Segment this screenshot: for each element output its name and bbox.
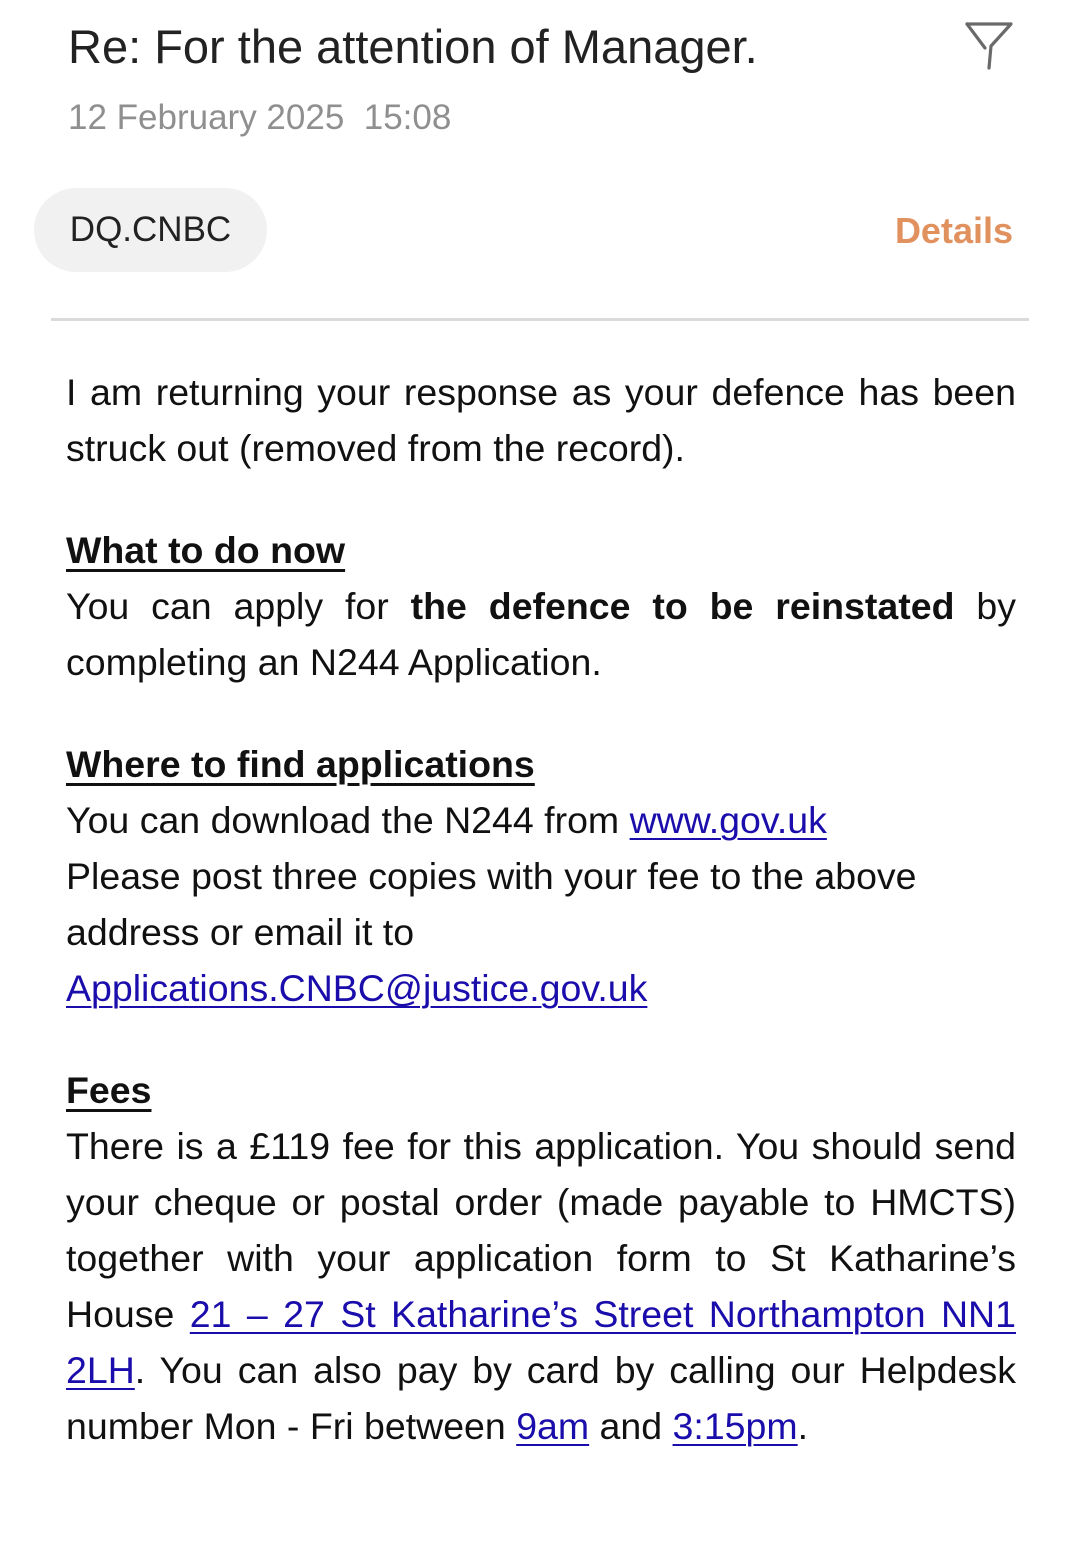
where-line-1: You can download the N244 from www.gov.u… (66, 799, 827, 841)
fees-paragraph: There is a £119 fee for this application… (66, 1125, 1016, 1447)
details-button[interactable]: Details (895, 208, 1013, 254)
fees-heading: Fees (66, 1069, 152, 1111)
what-to-do-heading: What to do now (66, 529, 346, 571)
flag-icon[interactable] (964, 18, 1016, 74)
reinstated-emphasis: the defence to be reinstated (410, 585, 955, 627)
header-divider (51, 318, 1029, 321)
where-line-2: Please post three copies with your fee t… (66, 855, 917, 953)
time-9am-link[interactable]: 9am (516, 1405, 589, 1447)
email-time: 15:08 (363, 98, 452, 137)
email-timestamp: 12 February 2025 15:08 (68, 96, 451, 140)
applications-email-link[interactable]: Applications.CNBC@justice.gov.uk (66, 967, 647, 1009)
sender-name: DQ.CNBC (69, 210, 232, 249)
where-heading: Where to find applications (66, 743, 535, 785)
gov-uk-link[interactable]: www.gov.uk (630, 799, 827, 841)
where-email-line: Applications.CNBC@justice.gov.uk (66, 960, 1016, 1016)
email-body: I am returning your response as your def… (66, 364, 1016, 1454)
what-to-do-paragraph: You can apply for the defence to be rein… (66, 585, 1016, 683)
intro-paragraph: I am returning your response as your def… (66, 371, 1016, 469)
email-date: 12 February 2025 (68, 98, 345, 137)
email-header: Re: For the attention of Manager. (68, 18, 1020, 78)
time-315pm-link[interactable]: 3:15pm (673, 1405, 798, 1447)
sender-chip[interactable]: DQ.CNBC (34, 188, 267, 272)
email-subject: Re: For the attention of Manager. (68, 20, 758, 73)
